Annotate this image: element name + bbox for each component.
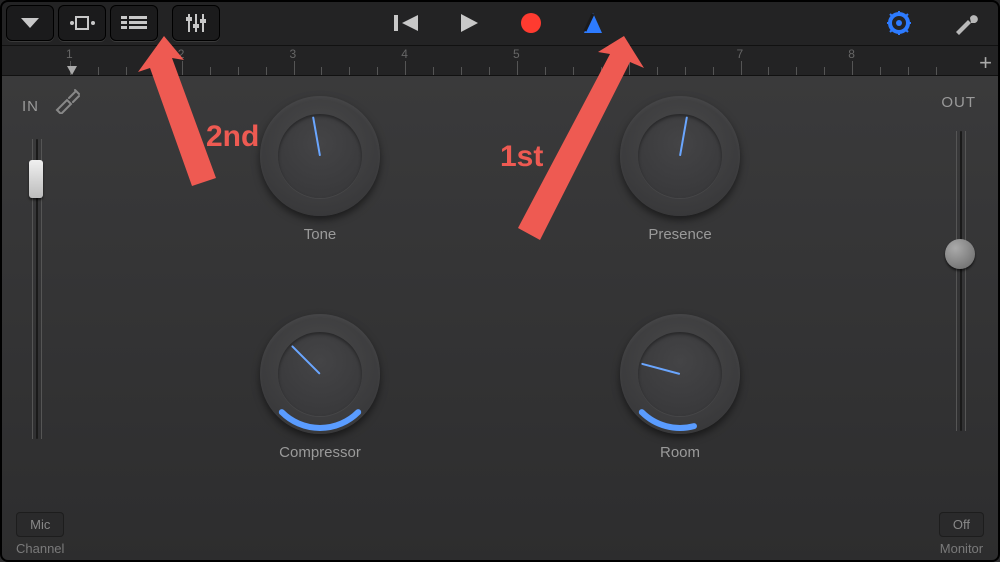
ruler-bar-number: 3: [290, 47, 297, 61]
monitor-label: Monitor: [940, 541, 983, 556]
tracks-view-button[interactable]: [110, 5, 158, 41]
knob-tone[interactable]: [260, 96, 380, 216]
settings-button[interactable]: [948, 6, 982, 40]
track-controls-button[interactable]: [172, 5, 220, 41]
ruler-bar-number: 2: [178, 47, 185, 61]
play-button[interactable]: [452, 6, 486, 40]
channel-label: Channel: [16, 541, 64, 556]
metronome-button[interactable]: [576, 6, 610, 40]
knob-label: Presence: [648, 226, 711, 243]
ruler-bar-number: 7: [737, 47, 744, 61]
guitar-plug-icon: [53, 86, 81, 119]
ruler-bar-number: 5: [513, 47, 520, 61]
ruler-bar-number: 4: [401, 47, 408, 61]
knob-compressor[interactable]: [260, 314, 380, 434]
master-effects-button[interactable]: [882, 6, 916, 40]
playhead-icon[interactable]: [67, 66, 77, 75]
instrument-panel: IN Tone Presence Compressor Room OUT Mic Ch…: [0, 76, 1000, 562]
browse-sounds-button[interactable]: [6, 5, 54, 41]
knob-label: Room: [660, 444, 700, 461]
timeline-ruler[interactable]: 1 2 3 4 5 6 7 8 +: [0, 46, 1000, 76]
ruler-bar-number: 8: [848, 47, 855, 61]
ruler-bar-number: 6: [625, 47, 632, 61]
record-button[interactable]: [514, 6, 548, 40]
knob-label: Tone: [304, 226, 337, 243]
input-label: IN: [22, 98, 39, 115]
ruler-bar-number: 1: [66, 47, 73, 61]
channel-select-button[interactable]: Mic: [16, 512, 64, 537]
knob-presence[interactable]: [620, 96, 740, 216]
output-level-slider[interactable]: [958, 131, 964, 431]
add-track-button[interactable]: +: [979, 50, 992, 76]
monitor-toggle-button[interactable]: Off: [939, 512, 984, 537]
output-label: OUT: [941, 94, 976, 111]
view-instrument-button[interactable]: [58, 5, 106, 41]
knob-room[interactable]: [620, 314, 740, 434]
rewind-button[interactable]: [390, 6, 424, 40]
input-gain-slider[interactable]: [34, 139, 40, 439]
top-toolbar: [0, 0, 1000, 46]
knob-label: Compressor: [279, 444, 361, 461]
